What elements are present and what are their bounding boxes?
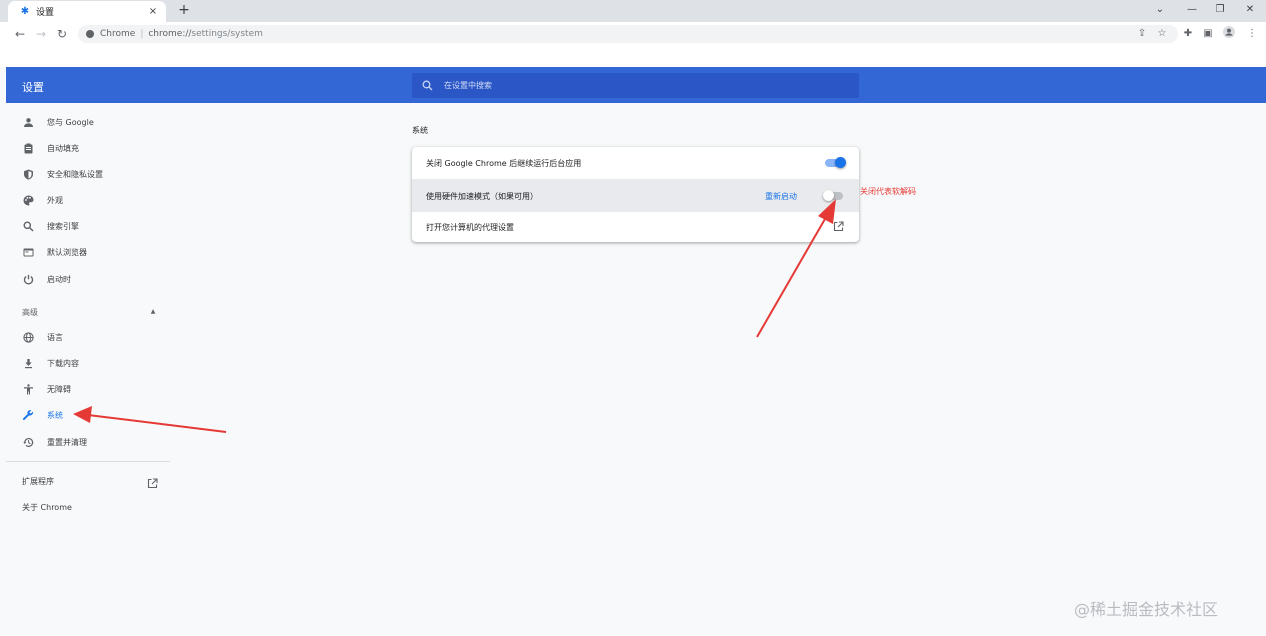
annotation-arrows — [73, 199, 836, 433]
watermark: @稀土掘金技术社区 — [1074, 600, 1219, 619]
arrow-to-system — [73, 406, 227, 433]
arrow-to-toggle — [756, 199, 836, 338]
